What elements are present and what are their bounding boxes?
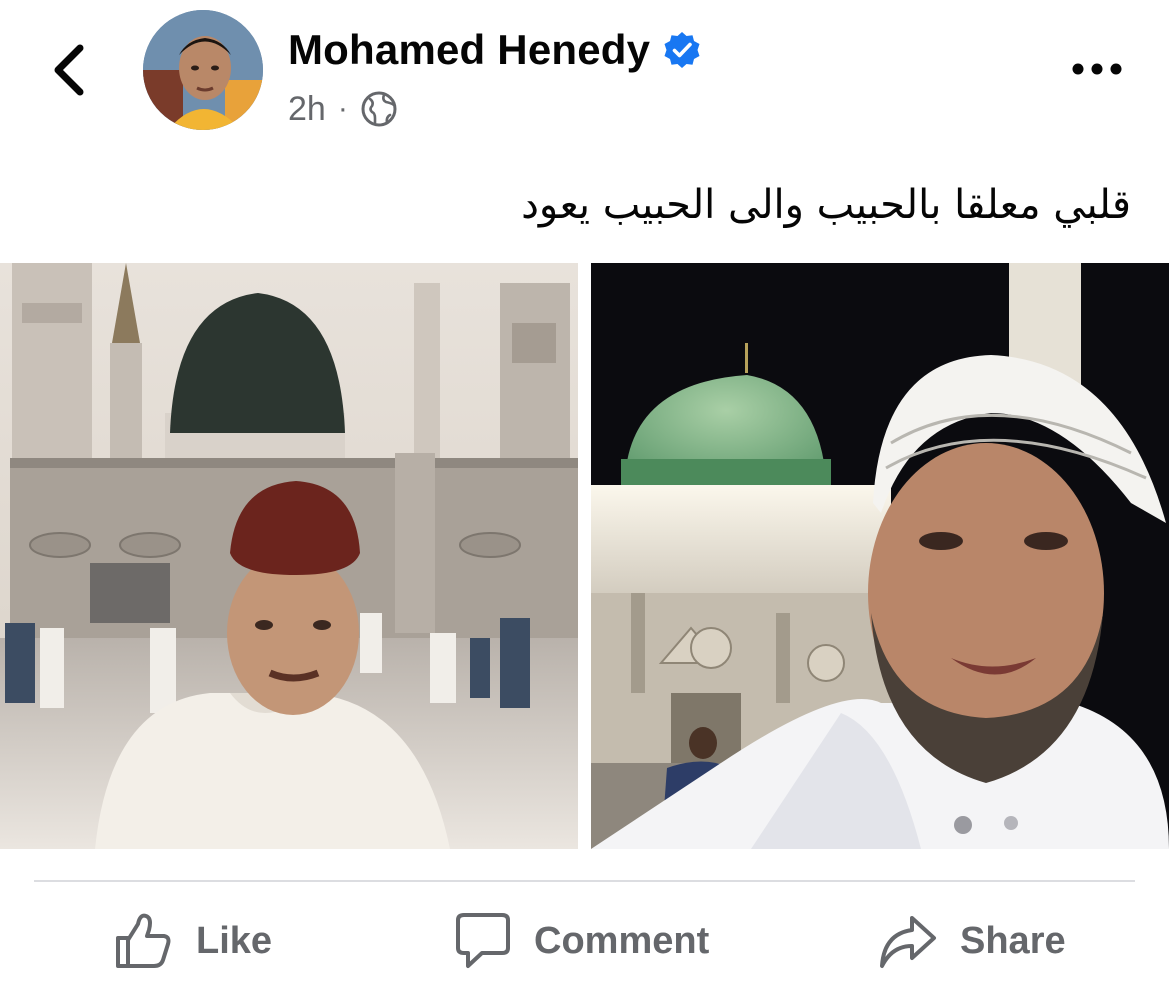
more-horizontal-icon bbox=[1072, 63, 1122, 75]
photo-left[interactable] bbox=[0, 263, 578, 849]
photo-right-image bbox=[591, 263, 1169, 849]
comment-button[interactable]: Comment bbox=[450, 900, 709, 982]
action-divider bbox=[34, 880, 1135, 882]
post-meta: 2h · bbox=[288, 86, 398, 132]
post-time[interactable]: 2h bbox=[288, 90, 326, 129]
comment-label: Comment bbox=[534, 919, 710, 962]
thumbs-up-icon bbox=[116, 913, 171, 968]
meta-separator: · bbox=[337, 92, 348, 125]
share-label: Share bbox=[960, 919, 1066, 962]
like-button[interactable]: Like bbox=[112, 900, 272, 982]
author-row: Mohamed Henedy bbox=[288, 22, 702, 78]
photo-left-image bbox=[0, 263, 578, 849]
back-button[interactable] bbox=[44, 40, 96, 100]
avatar-image bbox=[143, 10, 263, 130]
comment-bubble-icon bbox=[456, 913, 510, 968]
like-label: Like bbox=[196, 919, 273, 962]
verified-badge-icon bbox=[664, 32, 700, 68]
chevron-left-icon bbox=[54, 44, 84, 96]
author-name[interactable]: Mohamed Henedy bbox=[288, 26, 650, 74]
share-button[interactable]: Share bbox=[876, 900, 1066, 982]
avatar[interactable] bbox=[143, 10, 263, 130]
share-arrow-icon bbox=[880, 916, 936, 968]
post-text: قلبي معلقا بالحبيب والى الحبيب يعود bbox=[521, 182, 1131, 228]
photo-right[interactable] bbox=[591, 263, 1169, 849]
globe-icon bbox=[361, 91, 397, 127]
more-options-button[interactable] bbox=[1068, 52, 1126, 86]
